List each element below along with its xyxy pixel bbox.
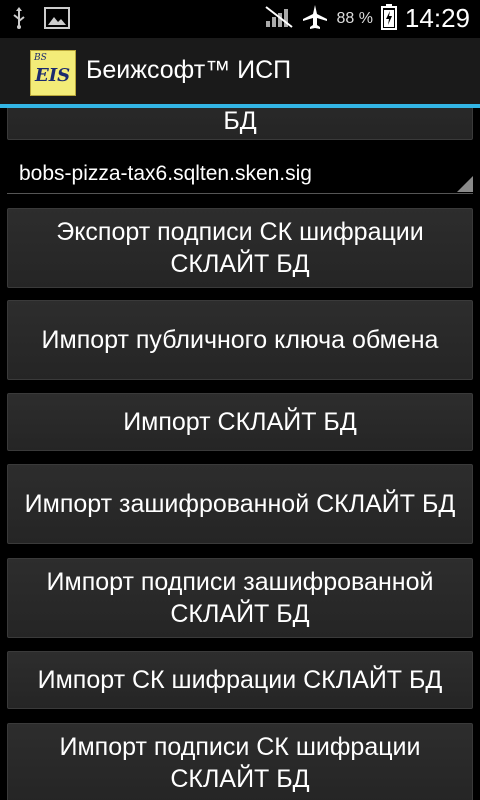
import-sqlite-db-button[interactable]: Импорт СКЛАЙТ БД [7, 393, 473, 451]
import-sk-encryption-signature-button[interactable]: Импорт подписи СК шифрации СКЛАЙТ БД [7, 723, 473, 800]
export-partial-button[interactable]: БД [7, 108, 473, 140]
dropdown-arrow-icon [457, 176, 473, 192]
import-encrypted-db-button[interactable]: Импорт зашифрованной СКЛАЙТ БД [7, 464, 473, 544]
battery-percent: 88 % [336, 9, 373, 27]
logo-large-text: EIS [35, 65, 71, 86]
button-label: Импорт СКЛАЙТ БД [123, 408, 357, 436]
button-label: Импорт подписи СК шифрации СКЛАЙТ БД [59, 733, 421, 793]
battery-charging-icon [380, 3, 397, 34]
usb-icon [12, 7, 26, 33]
main-content: БД bobs-pizza-tax6.sqlten.sken.sig Экспо… [0, 108, 480, 800]
spinner-value: bobs-pizza-tax6.sqlten.sken.sig [19, 162, 312, 185]
import-sk-encryption-button[interactable]: Импорт СК шифрации СКЛАЙТ БД [7, 651, 473, 709]
import-public-key-button[interactable]: Импорт публичного ключа обмена [7, 300, 473, 380]
app-logo-icon[interactable]: BS EIS [30, 50, 76, 96]
logo-small-text: BS [34, 53, 47, 63]
app-title: Беижсофт™ ИСП [86, 56, 292, 84]
button-label: Импорт зашифрованной СКЛАЙТ БД [24, 490, 456, 518]
clock: 14:29 [404, 3, 470, 33]
airplane-mode-icon [302, 4, 328, 34]
button-label: БД [223, 108, 257, 135]
action-bar: BS EIS Беижсофт™ ИСП [0, 38, 480, 106]
import-encrypted-signature-button[interactable]: Импорт подписи зашифрованной СКЛАЙТ БД [7, 558, 473, 638]
export-signature-sk-encryption-button[interactable]: Экспорт подписи СК шифрации СКЛАЙТ БД [7, 208, 473, 288]
button-label: Импорт СК шифрации СКЛАЙТ БД [37, 666, 443, 694]
file-select-spinner[interactable]: bobs-pizza-tax6.sqlten.sken.sig [7, 148, 473, 194]
status-bar: 88 % 14:29 [0, 0, 480, 38]
button-label: Импорт подписи зашифрованной СКЛАЙТ БД [46, 568, 434, 628]
no-signal-icon [264, 5, 294, 33]
image-icon [44, 7, 70, 33]
button-label: Импорт публичного ключа обмена [41, 326, 439, 354]
button-label: Экспорт подписи СК шифрации СКЛАЙТ БД [56, 218, 424, 278]
